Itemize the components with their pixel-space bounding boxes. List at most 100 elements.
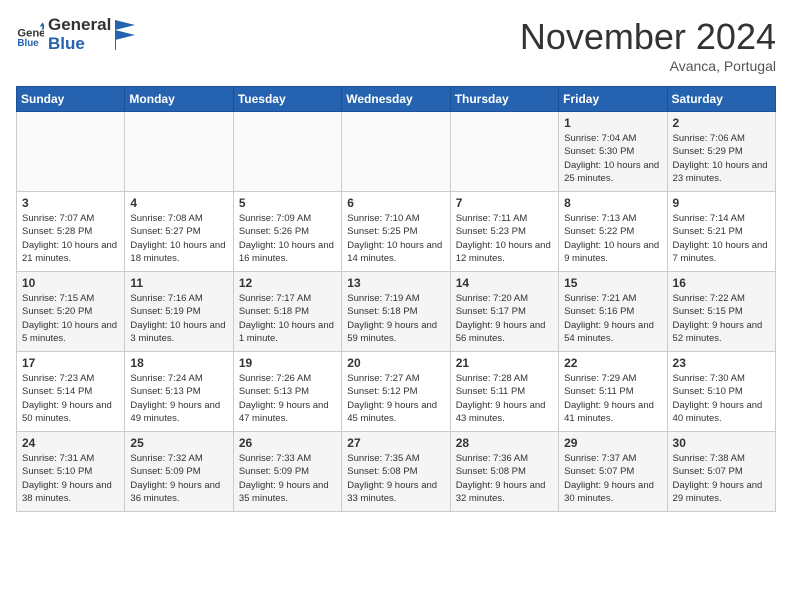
day-info: Sunrise: 7:29 AM Sunset: 5:11 PM Dayligh… [564,372,661,425]
location: Avanca, Portugal [520,58,776,74]
weekday-header-saturday: Saturday [667,87,775,112]
day-number: 9 [673,196,770,210]
calendar-cell [450,112,558,192]
calendar-cell: 13 Sunrise: 7:19 AM Sunset: 5:18 PM Dayli… [342,272,450,352]
day-info: Sunrise: 7:04 AM Sunset: 5:30 PM Dayligh… [564,132,661,185]
day-info: Sunrise: 7:07 AM Sunset: 5:28 PM Dayligh… [22,212,119,265]
day-number: 30 [673,436,770,450]
day-info: Sunrise: 7:09 AM Sunset: 5:26 PM Dayligh… [239,212,336,265]
calendar-cell: 2 Sunrise: 7:06 AM Sunset: 5:29 PM Daylig… [667,112,775,192]
calendar-week-4: 17Sunrise: 7:23 AM Sunset: 5:14 PM Dayli… [17,352,776,432]
calendar-cell [342,112,450,192]
day-info: Sunrise: 7:11 AM Sunset: 5:23 PM Dayligh… [456,212,553,265]
day-number: 10 [22,276,119,290]
day-number: 28 [456,436,553,450]
calendar-cell: 29Sunrise: 7:37 AM Sunset: 5:07 PM Dayli… [559,432,667,512]
day-number: 27 [347,436,444,450]
day-number: 8 [564,196,661,210]
day-number: 20 [347,356,444,370]
day-info: Sunrise: 7:28 AM Sunset: 5:11 PM Dayligh… [456,372,553,425]
day-info: Sunrise: 7:27 AM Sunset: 5:12 PM Dayligh… [347,372,444,425]
page-header: General Blue General Blue November 2024 … [16,16,776,74]
day-info: Sunrise: 7:32 AM Sunset: 5:09 PM Dayligh… [130,452,227,505]
calendar-cell: 6 Sunrise: 7:10 AM Sunset: 5:25 PM Daylig… [342,192,450,272]
logo-general: General [48,16,111,35]
day-number: 26 [239,436,336,450]
calendar-week-2: 3 Sunrise: 7:07 AM Sunset: 5:28 PM Daylig… [17,192,776,272]
weekday-header-monday: Monday [125,87,233,112]
calendar-cell: 11Sunrise: 7:16 AM Sunset: 5:19 PM Dayli… [125,272,233,352]
calendar-cell: 19 Sunrise: 7:26 AM Sunset: 5:13 PM Dayli… [233,352,341,432]
calendar-cell: 15 Sunrise: 7:21 AM Sunset: 5:16 PM Dayli… [559,272,667,352]
calendar-cell: 25 Sunrise: 7:32 AM Sunset: 5:09 PM Dayli… [125,432,233,512]
day-number: 17 [22,356,119,370]
day-number: 15 [564,276,661,290]
day-info: Sunrise: 7:10 AM Sunset: 5:25 PM Dayligh… [347,212,444,265]
day-number: 4 [130,196,227,210]
weekday-header-thursday: Thursday [450,87,558,112]
calendar-week-5: 24 Sunrise: 7:31 AM Sunset: 5:10 PM Dayli… [17,432,776,512]
day-number: 1 [564,116,661,130]
calendar-cell [233,112,341,192]
calendar-cell: 5 Sunrise: 7:09 AM Sunset: 5:26 PM Daylig… [233,192,341,272]
logo: General Blue General Blue [16,16,135,53]
day-info: Sunrise: 7:26 AM Sunset: 5:13 PM Dayligh… [239,372,336,425]
calendar-cell: 8 Sunrise: 7:13 AM Sunset: 5:22 PM Daylig… [559,192,667,272]
day-info: Sunrise: 7:31 AM Sunset: 5:10 PM Dayligh… [22,452,119,505]
calendar-cell: 12Sunrise: 7:17 AM Sunset: 5:18 PM Dayli… [233,272,341,352]
day-info: Sunrise: 7:17 AM Sunset: 5:18 PM Dayligh… [239,292,336,345]
day-number: 6 [347,196,444,210]
day-info: Sunrise: 7:38 AM Sunset: 5:07 PM Dayligh… [673,452,770,505]
calendar-cell: 16Sunrise: 7:22 AM Sunset: 5:15 PM Dayli… [667,272,775,352]
day-info: Sunrise: 7:35 AM Sunset: 5:08 PM Dayligh… [347,452,444,505]
logo-flag-icon [115,20,135,50]
day-info: Sunrise: 7:19 AM Sunset: 5:18 PM Dayligh… [347,292,444,345]
calendar-cell: 24 Sunrise: 7:31 AM Sunset: 5:10 PM Dayli… [17,432,125,512]
day-info: Sunrise: 7:33 AM Sunset: 5:09 PM Dayligh… [239,452,336,505]
calendar-cell: 18 Sunrise: 7:24 AM Sunset: 5:13 PM Dayli… [125,352,233,432]
calendar-cell: 20 Sunrise: 7:27 AM Sunset: 5:12 PM Dayli… [342,352,450,432]
day-info: Sunrise: 7:37 AM Sunset: 5:07 PM Dayligh… [564,452,661,505]
day-number: 2 [673,116,770,130]
calendar-cell: 17Sunrise: 7:23 AM Sunset: 5:14 PM Dayli… [17,352,125,432]
day-number: 19 [239,356,336,370]
day-number: 25 [130,436,227,450]
day-number: 18 [130,356,227,370]
logo-icon: General Blue [16,21,44,49]
month-title: November 2024 [520,16,776,58]
weekday-header-sunday: Sunday [17,87,125,112]
day-info: Sunrise: 7:24 AM Sunset: 5:13 PM Dayligh… [130,372,227,425]
calendar-table: SundayMondayTuesdayWednesdayThursdayFrid… [16,86,776,512]
weekday-header-tuesday: Tuesday [233,87,341,112]
calendar-cell: 10Sunrise: 7:15 AM Sunset: 5:20 PM Dayli… [17,272,125,352]
calendar-cell [17,112,125,192]
calendar-cell: 21 Sunrise: 7:28 AM Sunset: 5:11 PM Dayli… [450,352,558,432]
logo-blue: Blue [48,35,111,54]
calendar-cell: 27 Sunrise: 7:35 AM Sunset: 5:08 PM Dayli… [342,432,450,512]
calendar-week-3: 10Sunrise: 7:15 AM Sunset: 5:20 PM Dayli… [17,272,776,352]
title-section: November 2024 Avanca, Portugal [520,16,776,74]
day-number: 22 [564,356,661,370]
svg-text:Blue: Blue [17,38,39,49]
day-info: Sunrise: 7:06 AM Sunset: 5:29 PM Dayligh… [673,132,770,185]
day-info: Sunrise: 7:21 AM Sunset: 5:16 PM Dayligh… [564,292,661,345]
calendar-cell: 26 Sunrise: 7:33 AM Sunset: 5:09 PM Dayli… [233,432,341,512]
calendar-cell: 22 Sunrise: 7:29 AM Sunset: 5:11 PM Dayli… [559,352,667,432]
calendar-header-row: SundayMondayTuesdayWednesdayThursdayFrid… [17,87,776,112]
day-info: Sunrise: 7:14 AM Sunset: 5:21 PM Dayligh… [673,212,770,265]
day-number: 16 [673,276,770,290]
day-number: 21 [456,356,553,370]
day-number: 14 [456,276,553,290]
day-info: Sunrise: 7:36 AM Sunset: 5:08 PM Dayligh… [456,452,553,505]
calendar-cell: 3 Sunrise: 7:07 AM Sunset: 5:28 PM Daylig… [17,192,125,272]
day-number: 13 [347,276,444,290]
day-info: Sunrise: 7:13 AM Sunset: 5:22 PM Dayligh… [564,212,661,265]
calendar-cell: 9 Sunrise: 7:14 AM Sunset: 5:21 PM Daylig… [667,192,775,272]
calendar-week-1: 1 Sunrise: 7:04 AM Sunset: 5:30 PM Daylig… [17,112,776,192]
calendar-cell: 14Sunrise: 7:20 AM Sunset: 5:17 PM Dayli… [450,272,558,352]
day-number: 24 [22,436,119,450]
day-number: 7 [456,196,553,210]
day-number: 5 [239,196,336,210]
day-number: 3 [22,196,119,210]
day-info: Sunrise: 7:16 AM Sunset: 5:19 PM Dayligh… [130,292,227,345]
